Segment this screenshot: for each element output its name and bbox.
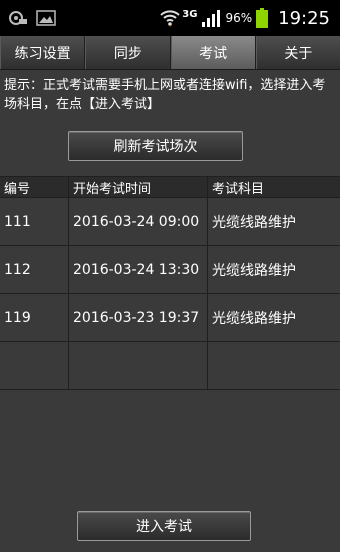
button-label: 进入考试 — [136, 519, 192, 535]
exam-session-table: 编号 开始考试时间 考试科目 111 2016-03-24 09:00 光缆线路… — [0, 176, 340, 390]
table-row-empty[interactable] — [0, 342, 340, 390]
tab-exam[interactable]: 考试 — [170, 36, 256, 69]
network-type: 3G — [182, 8, 198, 20]
cell-id: 111 — [0, 198, 69, 245]
column-header-id: 编号 — [0, 177, 69, 197]
cell-subject — [208, 342, 340, 389]
table-header: 编号 开始考试时间 考试科目 — [0, 176, 340, 198]
refresh-exam-sessions-button[interactable]: 刷新考试场次 — [68, 131, 243, 161]
tab-bar: 练习设置 同步 考试 关于 — [0, 36, 340, 70]
tab-label: 关于 — [284, 45, 313, 62]
clock: 19:25 — [278, 7, 330, 29]
cell-id: 119 — [0, 294, 69, 341]
image-icon — [36, 10, 56, 26]
cell-id — [0, 342, 69, 389]
enter-exam-button[interactable]: 进入考试 — [77, 511, 251, 541]
cell-subject: 光缆线路维护 — [212, 214, 296, 231]
battery-percent: 96% — [225, 11, 253, 25]
cell-id: 112 — [0, 246, 69, 293]
tab-practice-settings[interactable]: 练习设置 — [0, 36, 86, 69]
hint-text: 提示：正式考试需要手机上网或者连接wifi，选择进入考场科目，在点【进入考试】 — [4, 78, 326, 112]
table-row[interactable]: 111 2016-03-24 09:00 光缆线路维护 — [0, 198, 340, 246]
status-bar: 3G 96% 19:25 — [0, 0, 340, 36]
tab-label: 同步 — [113, 45, 142, 62]
battery-icon — [256, 8, 269, 28]
table-row[interactable]: 119 2016-03-23 19:37 光缆线路维护 — [0, 294, 340, 342]
tab-label: 考试 — [199, 45, 228, 62]
tab-sync[interactable]: 同步 — [85, 36, 171, 69]
cell-subject: 光缆线路维护 — [212, 310, 296, 327]
signal-icon — [201, 9, 221, 27]
cell-start-time: 2016-03-24 13:30 — [69, 246, 208, 293]
cell-start-time: 2016-03-23 19:37 — [69, 294, 208, 341]
tab-about[interactable]: 关于 — [255, 36, 340, 69]
cell-start-time: 2016-03-24 09:00 — [69, 198, 208, 245]
cell-subject: 光缆线路维护 — [212, 262, 296, 279]
tab-label: 练习设置 — [14, 45, 71, 62]
wifi-icon — [160, 9, 180, 27]
column-header-subject: 考试科目 — [212, 181, 265, 197]
cloud-icon — [8, 10, 28, 26]
table-row[interactable]: 112 2016-03-24 13:30 光缆线路维护 — [0, 246, 340, 294]
cell-start-time — [69, 342, 208, 389]
button-label: 刷新考试场次 — [113, 139, 198, 155]
column-header-start-time: 开始考试时间 — [69, 177, 208, 197]
